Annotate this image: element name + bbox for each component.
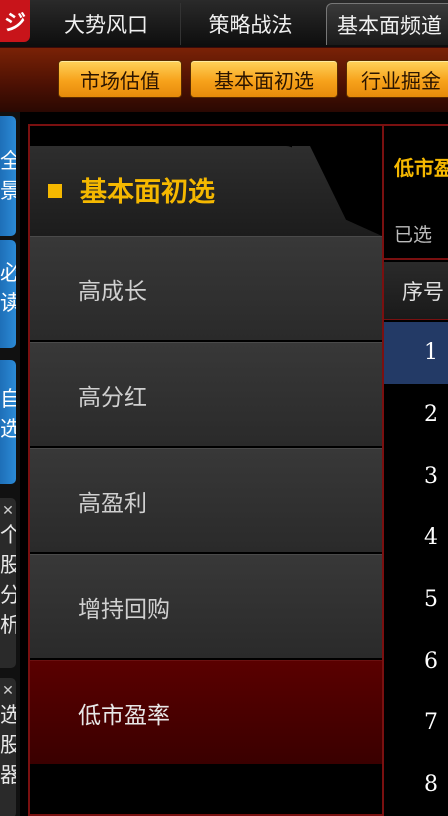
result-table-body: 12345678 (384, 322, 448, 816)
tab-strategy[interactable]: 策略战法 (180, 3, 320, 45)
menu-item-low-pe[interactable]: 低市盈率 (30, 660, 382, 764)
column-header-seq[interactable]: 序号 (402, 276, 444, 306)
side-tab-label: 必读 (0, 261, 16, 315)
table-row[interactable]: 5 (384, 569, 448, 631)
table-row[interactable]: 7 (384, 692, 448, 754)
side-tab-label: 自选 (0, 387, 16, 441)
menu-item-high-profit[interactable]: 高盈利 (30, 448, 382, 552)
category-menu: 基本面初选 高成长 高分红 高盈利 增持回购 低市盈率 (30, 126, 382, 816)
side-tab-bar: 全景 必读 自选 ✕ 个股分析 ✕ 选股器 (0, 112, 20, 816)
side-tab-label: 选股器 (0, 703, 16, 787)
sub-button-bar: 市场估值 基本面初选 行业掘金 (0, 48, 448, 112)
table-row[interactable]: 2 (384, 384, 448, 446)
divider (384, 258, 448, 260)
side-tab-must-read[interactable]: 必读 (0, 240, 16, 348)
menu-item-high-growth[interactable]: 高成长 (30, 236, 382, 340)
side-tab-label: 全景 (0, 149, 16, 203)
table-row[interactable]: 8 (384, 754, 448, 816)
menu-header-tab-edge (292, 146, 382, 236)
table-row[interactable]: 4 (384, 507, 448, 569)
table-header: 序号 (384, 262, 448, 320)
menu-title: 基本面初选 (80, 177, 215, 208)
table-row[interactable]: 6 (384, 630, 448, 692)
app-logo-icon[interactable]: ジ (0, 0, 30, 42)
table-row[interactable]: 1 (384, 322, 448, 384)
side-tab-watchlist[interactable]: 自选 (0, 360, 16, 484)
market-valuation-button[interactable]: 市场估值 (58, 60, 182, 98)
fundamental-screen-button[interactable]: 基本面初选 (190, 60, 338, 98)
main-panel: 基本面初选 高成长 高分红 高盈利 增持回购 低市盈率 低市盈 已选 序号 12… (28, 124, 448, 816)
result-panel: 低市盈 已选 序号 12345678 (382, 126, 448, 816)
close-icon[interactable]: ✕ (2, 502, 14, 520)
close-icon[interactable]: ✕ (2, 682, 14, 700)
side-tab-label: 个股分析 (0, 523, 16, 637)
side-tab-stock-picker[interactable]: ✕ 选股器 (0, 678, 16, 816)
selected-count-label: 已选 (394, 224, 433, 246)
menu-item-high-dividend[interactable]: 高分红 (30, 342, 382, 446)
top-tab-bar: ジ 大势风口 策略战法 基本面频道 (0, 0, 448, 48)
result-title: 低市盈 (394, 156, 448, 180)
industry-mining-button[interactable]: 行业掘金 (346, 60, 448, 98)
menu-item-buyback[interactable]: 增持回购 (30, 554, 382, 658)
tab-trend[interactable]: 大势风口 (36, 3, 176, 45)
side-tab-stock-analysis[interactable]: ✕ 个股分析 (0, 498, 16, 668)
square-bullet-icon (48, 184, 62, 198)
tab-fundamentals[interactable]: 基本面频道 (326, 3, 448, 45)
table-row[interactable]: 3 (384, 445, 448, 507)
side-tab-overview[interactable]: 全景 (0, 116, 16, 236)
